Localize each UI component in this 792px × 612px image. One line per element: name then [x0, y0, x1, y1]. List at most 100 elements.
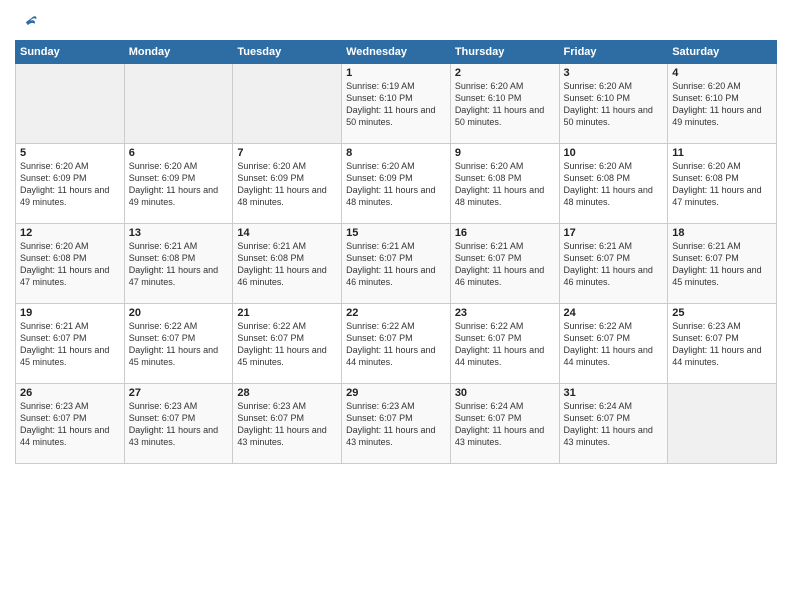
calendar-cell: 11Sunrise: 6:20 AM Sunset: 6:08 PM Dayli…: [668, 144, 777, 224]
calendar-cell: [124, 64, 233, 144]
day-info: Sunrise: 6:21 AM Sunset: 6:07 PM Dayligh…: [346, 240, 446, 289]
day-number: 17: [564, 227, 664, 239]
day-number: 24: [564, 307, 664, 319]
day-number: 10: [564, 147, 664, 159]
calendar-cell: 31Sunrise: 6:24 AM Sunset: 6:07 PM Dayli…: [559, 384, 668, 464]
day-info: Sunrise: 6:20 AM Sunset: 6:10 PM Dayligh…: [564, 80, 664, 129]
weekday-header-monday: Monday: [124, 41, 233, 64]
day-info: Sunrise: 6:21 AM Sunset: 6:07 PM Dayligh…: [564, 240, 664, 289]
day-number: 1: [346, 67, 446, 79]
calendar-cell: 9Sunrise: 6:20 AM Sunset: 6:08 PM Daylig…: [450, 144, 559, 224]
day-info: Sunrise: 6:20 AM Sunset: 6:09 PM Dayligh…: [20, 160, 120, 209]
page-container: SundayMondayTuesdayWednesdayThursdayFrid…: [0, 0, 792, 474]
calendar-cell: 18Sunrise: 6:21 AM Sunset: 6:07 PM Dayli…: [668, 224, 777, 304]
calendar-cell: 27Sunrise: 6:23 AM Sunset: 6:07 PM Dayli…: [124, 384, 233, 464]
week-row-3: 12Sunrise: 6:20 AM Sunset: 6:08 PM Dayli…: [16, 224, 777, 304]
calendar-cell: 20Sunrise: 6:22 AM Sunset: 6:07 PM Dayli…: [124, 304, 233, 384]
day-number: 26: [20, 387, 120, 399]
day-number: 27: [129, 387, 229, 399]
day-info: Sunrise: 6:23 AM Sunset: 6:07 PM Dayligh…: [237, 400, 337, 449]
calendar-cell: 14Sunrise: 6:21 AM Sunset: 6:08 PM Dayli…: [233, 224, 342, 304]
calendar-cell: 30Sunrise: 6:24 AM Sunset: 6:07 PM Dayli…: [450, 384, 559, 464]
day-number: 12: [20, 227, 120, 239]
day-info: Sunrise: 6:20 AM Sunset: 6:08 PM Dayligh…: [564, 160, 664, 209]
calendar-cell: 17Sunrise: 6:21 AM Sunset: 6:07 PM Dayli…: [559, 224, 668, 304]
weekday-header-friday: Friday: [559, 41, 668, 64]
calendar-cell: [668, 384, 777, 464]
day-number: 3: [564, 67, 664, 79]
calendar-body: 1Sunrise: 6:19 AM Sunset: 6:10 PM Daylig…: [16, 64, 777, 464]
calendar-cell: 16Sunrise: 6:21 AM Sunset: 6:07 PM Dayli…: [450, 224, 559, 304]
calendar-cell: 5Sunrise: 6:20 AM Sunset: 6:09 PM Daylig…: [16, 144, 125, 224]
day-info: Sunrise: 6:20 AM Sunset: 6:08 PM Dayligh…: [20, 240, 120, 289]
day-info: Sunrise: 6:21 AM Sunset: 6:07 PM Dayligh…: [20, 320, 120, 369]
day-info: Sunrise: 6:21 AM Sunset: 6:08 PM Dayligh…: [129, 240, 229, 289]
calendar-cell: 2Sunrise: 6:20 AM Sunset: 6:10 PM Daylig…: [450, 64, 559, 144]
day-info: Sunrise: 6:20 AM Sunset: 6:09 PM Dayligh…: [237, 160, 337, 209]
day-info: Sunrise: 6:21 AM Sunset: 6:07 PM Dayligh…: [455, 240, 555, 289]
calendar-cell: 15Sunrise: 6:21 AM Sunset: 6:07 PM Dayli…: [342, 224, 451, 304]
day-info: Sunrise: 6:21 AM Sunset: 6:08 PM Dayligh…: [237, 240, 337, 289]
calendar-cell: 22Sunrise: 6:22 AM Sunset: 6:07 PM Dayli…: [342, 304, 451, 384]
calendar-cell: 10Sunrise: 6:20 AM Sunset: 6:08 PM Dayli…: [559, 144, 668, 224]
calendar-cell: 19Sunrise: 6:21 AM Sunset: 6:07 PM Dayli…: [16, 304, 125, 384]
week-row-4: 19Sunrise: 6:21 AM Sunset: 6:07 PM Dayli…: [16, 304, 777, 384]
calendar-cell: 3Sunrise: 6:20 AM Sunset: 6:10 PM Daylig…: [559, 64, 668, 144]
day-info: Sunrise: 6:23 AM Sunset: 6:07 PM Dayligh…: [672, 320, 772, 369]
calendar-cell: 26Sunrise: 6:23 AM Sunset: 6:07 PM Dayli…: [16, 384, 125, 464]
header: [15, 10, 777, 34]
calendar-cell: 23Sunrise: 6:22 AM Sunset: 6:07 PM Dayli…: [450, 304, 559, 384]
day-info: Sunrise: 6:23 AM Sunset: 6:07 PM Dayligh…: [129, 400, 229, 449]
calendar-cell: 28Sunrise: 6:23 AM Sunset: 6:07 PM Dayli…: [233, 384, 342, 464]
day-info: Sunrise: 6:20 AM Sunset: 6:10 PM Dayligh…: [672, 80, 772, 129]
weekday-header-tuesday: Tuesday: [233, 41, 342, 64]
day-info: Sunrise: 6:23 AM Sunset: 6:07 PM Dayligh…: [20, 400, 120, 449]
day-number: 13: [129, 227, 229, 239]
week-row-1: 1Sunrise: 6:19 AM Sunset: 6:10 PM Daylig…: [16, 64, 777, 144]
day-info: Sunrise: 6:20 AM Sunset: 6:09 PM Dayligh…: [346, 160, 446, 209]
logo: [15, 14, 39, 34]
calendar-cell: 4Sunrise: 6:20 AM Sunset: 6:10 PM Daylig…: [668, 64, 777, 144]
day-info: Sunrise: 6:22 AM Sunset: 6:07 PM Dayligh…: [564, 320, 664, 369]
day-info: Sunrise: 6:20 AM Sunset: 6:08 PM Dayligh…: [455, 160, 555, 209]
weekday-header-wednesday: Wednesday: [342, 41, 451, 64]
weekday-header-row: SundayMondayTuesdayWednesdayThursdayFrid…: [16, 41, 777, 64]
calendar-cell: 8Sunrise: 6:20 AM Sunset: 6:09 PM Daylig…: [342, 144, 451, 224]
weekday-header-saturday: Saturday: [668, 41, 777, 64]
calendar-cell: 1Sunrise: 6:19 AM Sunset: 6:10 PM Daylig…: [342, 64, 451, 144]
logo-bird-icon: [17, 12, 39, 34]
day-number: 25: [672, 307, 772, 319]
weekday-header-sunday: Sunday: [16, 41, 125, 64]
day-info: Sunrise: 6:24 AM Sunset: 6:07 PM Dayligh…: [455, 400, 555, 449]
day-number: 5: [20, 147, 120, 159]
day-number: 11: [672, 147, 772, 159]
day-info: Sunrise: 6:20 AM Sunset: 6:08 PM Dayligh…: [672, 160, 772, 209]
day-number: 29: [346, 387, 446, 399]
day-number: 19: [20, 307, 120, 319]
day-info: Sunrise: 6:22 AM Sunset: 6:07 PM Dayligh…: [237, 320, 337, 369]
day-info: Sunrise: 6:22 AM Sunset: 6:07 PM Dayligh…: [129, 320, 229, 369]
calendar-cell: 21Sunrise: 6:22 AM Sunset: 6:07 PM Dayli…: [233, 304, 342, 384]
day-number: 4: [672, 67, 772, 79]
weekday-header-thursday: Thursday: [450, 41, 559, 64]
calendar-cell: 7Sunrise: 6:20 AM Sunset: 6:09 PM Daylig…: [233, 144, 342, 224]
day-number: 20: [129, 307, 229, 319]
week-row-2: 5Sunrise: 6:20 AM Sunset: 6:09 PM Daylig…: [16, 144, 777, 224]
day-number: 31: [564, 387, 664, 399]
day-info: Sunrise: 6:19 AM Sunset: 6:10 PM Dayligh…: [346, 80, 446, 129]
day-number: 7: [237, 147, 337, 159]
calendar-cell: 25Sunrise: 6:23 AM Sunset: 6:07 PM Dayli…: [668, 304, 777, 384]
day-number: 6: [129, 147, 229, 159]
calendar-cell: 24Sunrise: 6:22 AM Sunset: 6:07 PM Dayli…: [559, 304, 668, 384]
week-row-5: 26Sunrise: 6:23 AM Sunset: 6:07 PM Dayli…: [16, 384, 777, 464]
day-number: 22: [346, 307, 446, 319]
calendar-cell: [233, 64, 342, 144]
day-number: 8: [346, 147, 446, 159]
calendar-cell: [16, 64, 125, 144]
day-info: Sunrise: 6:22 AM Sunset: 6:07 PM Dayligh…: [346, 320, 446, 369]
day-number: 18: [672, 227, 772, 239]
day-info: Sunrise: 6:20 AM Sunset: 6:10 PM Dayligh…: [455, 80, 555, 129]
day-info: Sunrise: 6:21 AM Sunset: 6:07 PM Dayligh…: [672, 240, 772, 289]
day-number: 2: [455, 67, 555, 79]
calendar-cell: 29Sunrise: 6:23 AM Sunset: 6:07 PM Dayli…: [342, 384, 451, 464]
